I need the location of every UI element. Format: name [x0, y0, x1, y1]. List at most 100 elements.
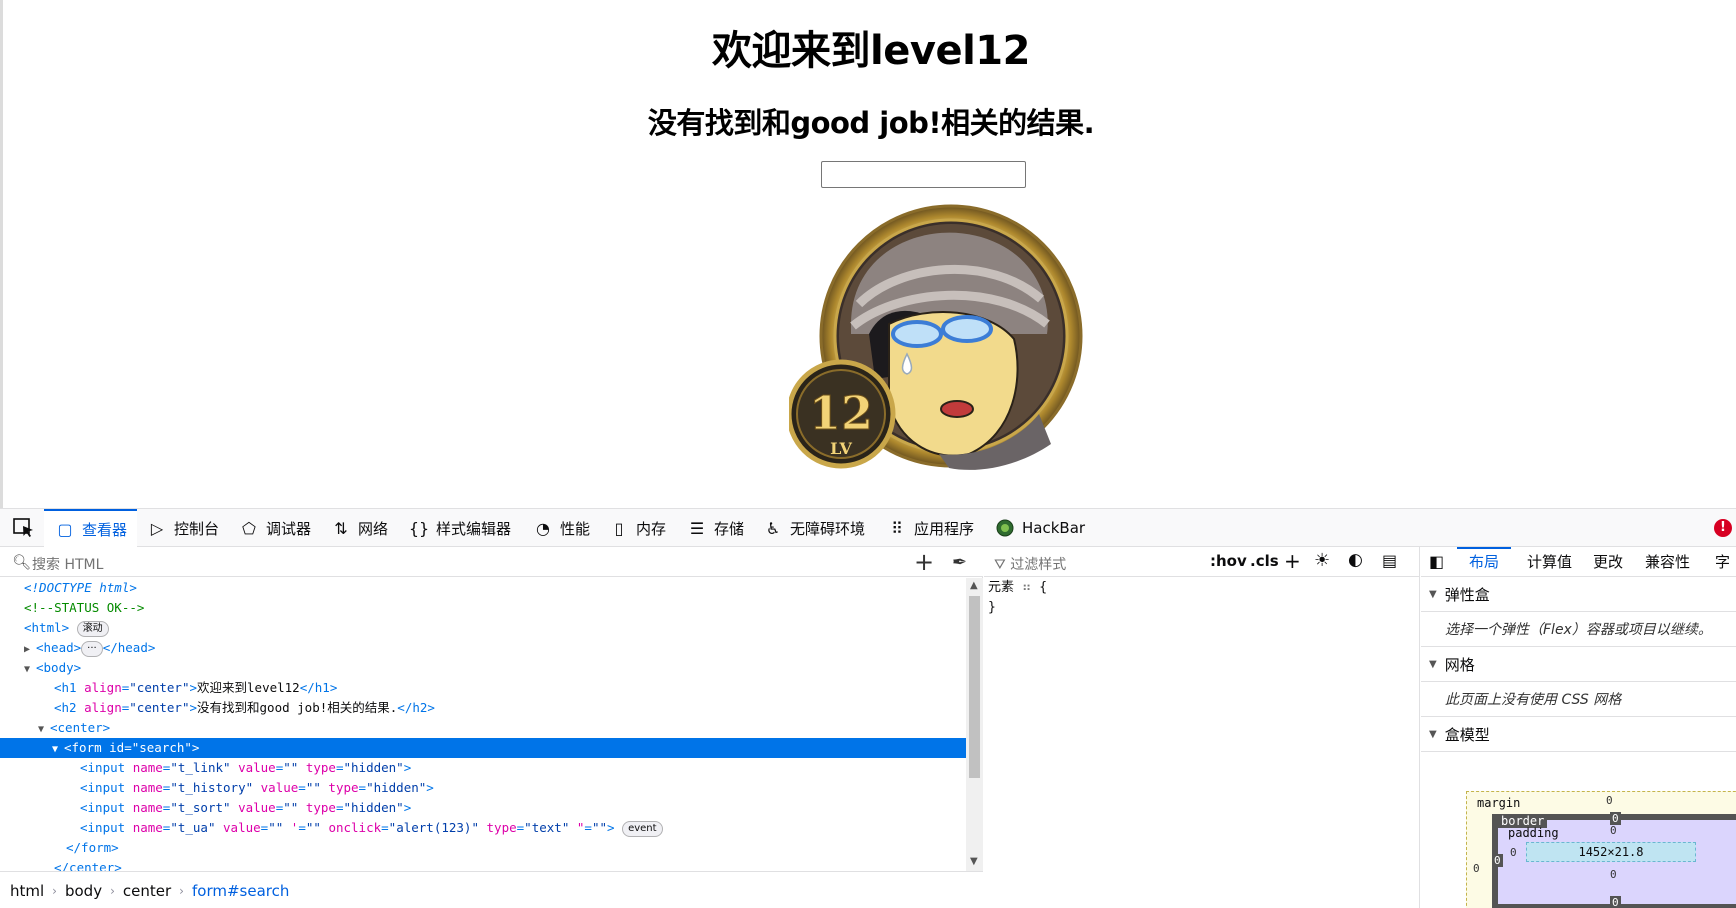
- print-media-icon[interactable]: ▤: [1382, 551, 1397, 570]
- tab-performance-label: 性能: [560, 519, 591, 538]
- markup-line-comment[interactable]: <!--STATUS OK-->: [0, 598, 966, 618]
- markup-line-doctype[interactable]: <!DOCTYPE html>: [0, 578, 966, 598]
- tab-accessibility-label: 无障碍环境: [790, 519, 866, 538]
- tab-inspector[interactable]: ▢ 查看器: [44, 509, 138, 547]
- scroll-badge[interactable]: 滚动: [76, 620, 109, 637]
- box-model-padding[interactable]: padding 0 0 0 1452×21.8: [1504, 824, 1736, 888]
- hover-state-toggle[interactable]: :hov: [1210, 552, 1247, 570]
- margin-top-value[interactable]: 0: [1606, 794, 1613, 807]
- search-input[interactable]: [821, 161, 1026, 188]
- add-rule-button[interactable]: +: [1284, 549, 1301, 573]
- filter-styles-input[interactable]: ⛛ 过滤样式: [994, 554, 1066, 574]
- element-rule[interactable]: 元素 ⠶ {: [988, 578, 1420, 598]
- markup-line-form-selected[interactable]: ▼ <form id="search">: [0, 738, 966, 758]
- tab-accessibility[interactable]: ♿ 无障碍环境: [762, 509, 865, 547]
- avatar-lv-label: LV: [830, 439, 852, 458]
- tab-computed[interactable]: 计算值: [1527, 547, 1572, 577]
- markup-line-input-t-link[interactable]: <input name="t_link" value="" type="hidd…: [0, 758, 966, 778]
- tab-network[interactable]: ⇅ 网络: [330, 509, 388, 547]
- markup-line-center-close[interactable]: </center>: [0, 858, 966, 871]
- rules-toolbar: ⛛ 过滤样式 :hov .cls + ☀ ◐ ▤: [984, 547, 1420, 577]
- add-node-button[interactable]: +: [914, 550, 934, 574]
- sidebar-toggle-icon[interactable]: ◧: [1429, 547, 1444, 577]
- markup-line-center[interactable]: ▼ <center>: [0, 718, 966, 738]
- performance-icon: ◔: [536, 518, 550, 538]
- margin-left-value[interactable]: 0: [1473, 862, 1480, 875]
- padding-label: padding: [1508, 826, 1559, 840]
- collapsed-badge[interactable]: ···: [81, 640, 103, 657]
- scrollbar-thumb[interactable]: [969, 596, 980, 778]
- scroll-up-icon[interactable]: ▲: [970, 580, 978, 591]
- markup-line-input-t-sort[interactable]: <input name="t_sort" value="" type="hidd…: [0, 798, 966, 818]
- markup-line-h2[interactable]: <h2 align="center">没有找到和good job!相关的结果.<…: [0, 698, 966, 718]
- tab-compatibility[interactable]: 兼容性: [1645, 547, 1690, 577]
- html-search-bar[interactable]: 🔍︎ 搜索 HTML + ✒: [0, 547, 983, 577]
- breadcrumb-form-search[interactable]: form#search: [192, 882, 289, 900]
- search-icon: 🔍︎: [12, 553, 32, 571]
- rules-pane: ⛛ 过滤样式 :hov .cls + ☀ ◐ ▤ 元素 ⠶ { }: [984, 547, 1420, 908]
- tab-changes[interactable]: 更改: [1593, 547, 1623, 577]
- tab-memory[interactable]: ▯ 内存: [608, 509, 666, 547]
- tab-application-label: 应用程序: [914, 519, 975, 538]
- scroll-down-icon[interactable]: ▼: [970, 856, 978, 867]
- breadcrumb-body[interactable]: body: [65, 882, 102, 900]
- padding-top-value[interactable]: 0: [1610, 824, 1617, 837]
- margin-label: margin: [1477, 796, 1521, 810]
- grid-section-header[interactable]: ▼ 网格: [1421, 648, 1736, 682]
- eyedropper-icon[interactable]: ✒: [952, 552, 967, 573]
- tab-console-label: 控制台: [174, 519, 220, 538]
- collapse-triangle-icon: ▼: [1429, 659, 1437, 670]
- border-left-value[interactable]: 0: [1492, 854, 1503, 867]
- box-model-section-header[interactable]: ▼ 盒模型: [1421, 718, 1736, 752]
- collapse-triangle-icon: ▼: [24, 664, 31, 675]
- element-picker-icon[interactable]: [12, 517, 36, 539]
- flexbox-section-header[interactable]: ▼ 弹性盒: [1421, 578, 1736, 612]
- markup-line-head[interactable]: ▶ <head> ··· </head>: [0, 638, 966, 658]
- tab-style-editor[interactable]: {} 样式编辑器: [408, 509, 511, 547]
- tab-storage[interactable]: ☰ 存储: [686, 509, 744, 547]
- tab-fonts[interactable]: 字: [1715, 547, 1730, 577]
- filter-icon: ⛛: [994, 557, 1006, 573]
- markup-scrollbar[interactable]: ▲ ▼: [966, 578, 983, 871]
- markup-line-input-t-ua[interactable]: <input name="t_ua" value="" '="" onclick…: [0, 818, 966, 838]
- tab-hackbar[interactable]: HackBar: [994, 509, 1085, 547]
- style-editor-icon: {}: [408, 518, 430, 538]
- error-count-icon[interactable]: !: [1714, 519, 1732, 537]
- class-toggle[interactable]: .cls: [1250, 552, 1279, 570]
- padding-left-value[interactable]: 0: [1510, 846, 1517, 859]
- tab-debugger-label: 调试器: [266, 519, 312, 538]
- tab-console[interactable]: ▷ 控制台: [146, 509, 219, 547]
- box-model-content-size[interactable]: 1452×21.8: [1526, 842, 1696, 862]
- tab-layout[interactable]: 布局: [1457, 547, 1512, 577]
- chevron-right-icon: ›: [110, 883, 115, 898]
- inspector-icon: ▢: [57, 519, 73, 539]
- markup-line-h1[interactable]: <h1 align="center">欢迎来到level12</h1>: [0, 678, 966, 698]
- storage-icon: ☰: [689, 518, 705, 538]
- markup-line-body[interactable]: ▼ <body>: [0, 658, 966, 678]
- breadcrumb-center[interactable]: center: [123, 882, 171, 900]
- breadcrumb-html[interactable]: html: [10, 882, 44, 900]
- markup-line-input-t-history[interactable]: <input name="t_history" value="" type="h…: [0, 778, 966, 798]
- tab-application[interactable]: ⠿ 应用程序: [886, 509, 974, 547]
- chevron-right-icon: ›: [179, 883, 184, 898]
- level-avatar-image: 12 LV: [789, 204, 1083, 470]
- application-icon: ⠿: [891, 518, 903, 538]
- page-heading-h1: 欢迎来到level12: [712, 28, 1030, 74]
- page-heading-h2: 没有找到和good job!相关的结果.: [647, 106, 1095, 140]
- tab-performance[interactable]: ◔ 性能: [532, 509, 590, 547]
- border-bottom-value[interactable]: 0: [1610, 896, 1621, 908]
- markup-line-html[interactable]: <html> 滚动: [0, 618, 966, 638]
- box-model-margin[interactable]: margin 0 0 border 0 0 0 padding 0 0 0 14…: [1466, 791, 1736, 908]
- dark-theme-icon[interactable]: ◐: [1348, 550, 1363, 570]
- element-rule-close: }: [988, 600, 996, 615]
- markup-line-form-close[interactable]: </form>: [0, 838, 966, 858]
- avatar-level-number: 12: [809, 386, 873, 440]
- html-search-placeholder: 搜索 HTML: [32, 557, 104, 573]
- event-badge[interactable]: event: [622, 820, 663, 837]
- box-model-border[interactable]: border 0 0 0 padding 0 0 0 1452×21.8: [1492, 812, 1736, 908]
- collapse-triangle-icon: ▼: [52, 744, 59, 755]
- tab-debugger[interactable]: ⬠ 调试器: [238, 509, 311, 547]
- padding-bottom-value[interactable]: 0: [1610, 868, 1617, 881]
- inspector-pane: 🔍︎ 搜索 HTML + ✒ <!DOCTYPE html> <!--STATU…: [0, 547, 983, 908]
- light-theme-icon[interactable]: ☀: [1314, 550, 1330, 571]
